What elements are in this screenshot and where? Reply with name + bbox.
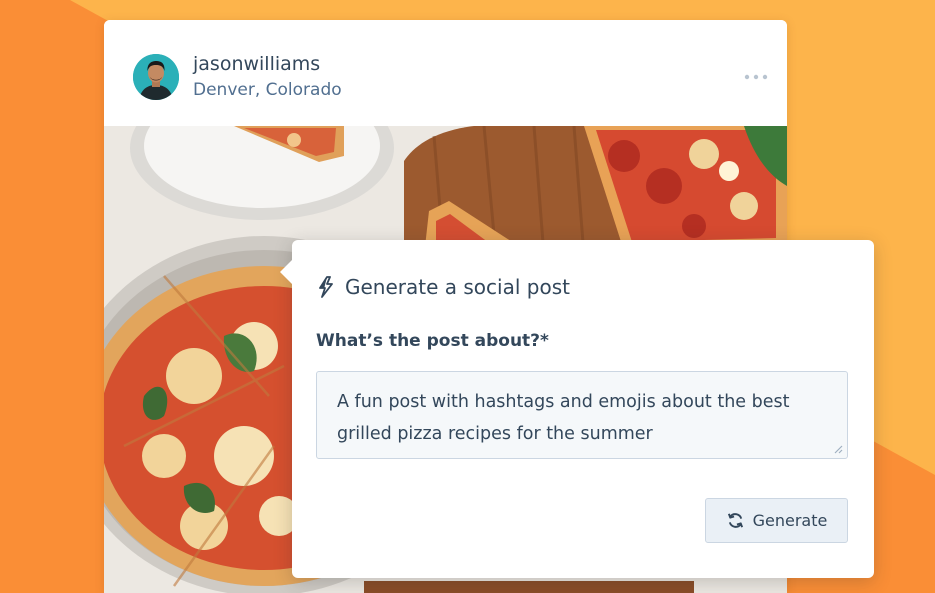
generate-button[interactable]: Generate <box>705 498 848 543</box>
avatar-photo <box>133 54 179 100</box>
more-horizontal-icon[interactable] <box>742 69 772 83</box>
refresh-icon <box>727 513 743 528</box>
panel-title: Generate a social post <box>345 275 570 299</box>
panel-title-row: Generate a social post <box>316 273 570 301</box>
generate-button-label: Generate <box>752 511 828 530</box>
post-location: Denver, Colorado <box>193 80 342 100</box>
post-header: jasonwilliams Denver, Colorado <box>104 20 787 126</box>
post-topic-line-2: grilled pizza recipes for the summer <box>337 424 653 444</box>
panel-pointer <box>280 260 292 284</box>
generate-post-panel: Generate a social post What’s the post a… <box>280 240 874 578</box>
post-username[interactable]: jasonwilliams <box>193 53 320 75</box>
post-topic-line-1: A fun post with hashtags and emojis abou… <box>337 392 790 412</box>
post-topic-textarea[interactable]: A fun post with hashtags and emojis abou… <box>316 371 848 459</box>
resize-handle-icon[interactable] <box>834 445 843 454</box>
lightning-bolt-icon <box>319 276 333 298</box>
avatar[interactable] <box>133 54 179 100</box>
post-topic-label: What’s the post about?* <box>316 331 549 351</box>
